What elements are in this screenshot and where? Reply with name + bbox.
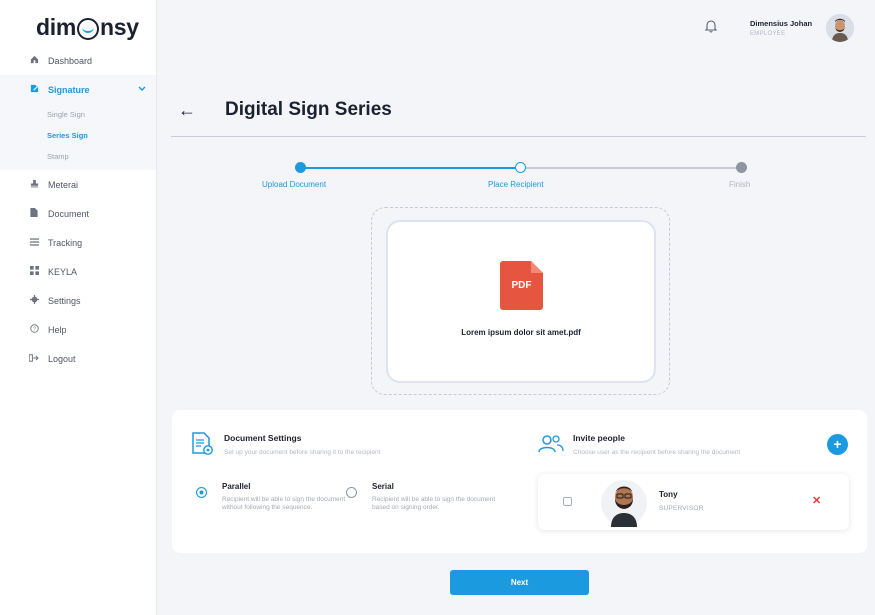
title-divider <box>171 136 866 137</box>
stepper-line-pending <box>520 167 741 169</box>
recipient-role: SUPERVISOR <box>659 505 704 512</box>
signature-icon <box>28 84 40 95</box>
sidebar-item-dashboard[interactable]: Dashboard <box>0 46 156 75</box>
document-icon <box>28 208 40 219</box>
radio-parallel[interactable] <box>196 487 207 498</box>
sidebar-item-meterai[interactable]: Meterai <box>0 170 156 199</box>
stepper-line-done <box>300 167 520 169</box>
bell-icon[interactable] <box>704 19 718 33</box>
recipient-avatar <box>599 479 649 527</box>
document-settings-icon <box>190 432 214 461</box>
user-name: Dimensius Johan <box>750 19 813 28</box>
back-arrow-icon[interactable]: ← <box>178 100 196 121</box>
step-label-finish: Finish <box>729 180 751 189</box>
sidebar-item-label: Logout <box>48 353 76 364</box>
sidebar-item-settings[interactable]: Settings <box>0 286 156 315</box>
option-parallel-title: Parallel <box>222 482 251 491</box>
sidebar-item-label: Dashboard <box>48 55 93 66</box>
sidebar-item-help[interactable]: ? Help <box>0 315 156 344</box>
invite-people-icon <box>538 434 564 459</box>
sidebar-item-label: Meterai <box>48 179 79 190</box>
chevron-down-icon[interactable] <box>138 85 146 94</box>
next-button[interactable]: Next <box>450 570 589 595</box>
app-logo[interactable]: dim nsy <box>36 14 139 41</box>
step-dot-recipient <box>515 162 526 173</box>
svg-text:?: ? <box>33 327 36 333</box>
logo-mark-icon <box>77 17 99 40</box>
sidebar-item-label: Settings <box>48 295 81 306</box>
uploaded-file-name: Lorem ipsum dolor sit amet.pdf <box>461 328 581 337</box>
home-icon <box>28 55 40 66</box>
sidebar-item-label: Help <box>48 324 67 335</box>
option-serial-desc: Recipient will be able to sign the docum… <box>372 496 496 511</box>
sidebar-item-document[interactable]: Document <box>0 199 156 228</box>
sidebar-item-logout[interactable]: Logout <box>0 344 156 373</box>
sidebar-item-tracking[interactable]: Tracking <box>0 228 156 257</box>
sidebar-subitem-single-sign[interactable]: Single Sign <box>0 104 156 125</box>
step-label-upload: Upload Document <box>262 180 327 189</box>
logo-text-start: dim <box>36 14 76 40</box>
pdf-file-type: PDF <box>511 280 532 291</box>
help-icon: ? <box>28 324 40 335</box>
logout-icon <box>28 353 40 364</box>
step-label-recipient: Place Recipient <box>488 180 544 189</box>
logo-text-end: nsy <box>100 14 139 40</box>
stamp-duty-icon <box>28 179 40 190</box>
page-title: Digital Sign Series <box>225 99 392 120</box>
sidebar-subitem-stamp[interactable]: Stamp <box>0 146 156 167</box>
sidebar-subitem-series-sign[interactable]: Series Sign <box>0 125 156 146</box>
document-settings-title: Document Settings <box>224 433 302 443</box>
sidebar-item-label: Signature <box>48 84 90 95</box>
option-parallel-desc: Recipient will be able to sign the docum… <box>222 496 346 511</box>
user-role: EMPLOYEE <box>750 31 786 37</box>
sidebar-item-label: Tracking <box>48 237 83 248</box>
sidebar-item-label: KEYLA <box>48 266 78 277</box>
sidebar: dim nsy Dashboard Signature Single Sign … <box>0 0 157 615</box>
sidebar-group-signature: Signature Single Sign Series Sign Stamp <box>0 75 156 170</box>
step-dot-finish <box>736 162 747 173</box>
invite-people-title: Invite people <box>573 433 625 443</box>
invite-people-subtitle: Choose user as the recipient before shar… <box>573 449 741 456</box>
document-settings-subtitle: Set up your document before sharing it t… <box>224 449 381 456</box>
recipient-card <box>538 474 849 530</box>
remove-recipient-icon[interactable]: ✕ <box>812 494 821 507</box>
grid-icon <box>28 266 40 277</box>
recipient-checkbox[interactable] <box>563 497 572 506</box>
sidebar-nav: Dashboard Signature Single Sign Series S… <box>0 46 156 373</box>
sidebar-item-signature[interactable]: Signature <box>0 75 156 104</box>
recipient-name: Tony <box>659 490 678 499</box>
add-recipient-button[interactable]: + <box>827 434 848 455</box>
user-avatar[interactable] <box>826 14 854 42</box>
list-icon <box>28 237 40 248</box>
gear-icon <box>28 295 40 306</box>
step-dot-upload <box>295 162 306 173</box>
sidebar-item-keyla[interactable]: KEYLA <box>0 257 156 286</box>
option-serial-title: Serial <box>372 482 394 491</box>
sidebar-item-label: Document <box>48 208 90 219</box>
radio-serial[interactable] <box>346 487 357 498</box>
